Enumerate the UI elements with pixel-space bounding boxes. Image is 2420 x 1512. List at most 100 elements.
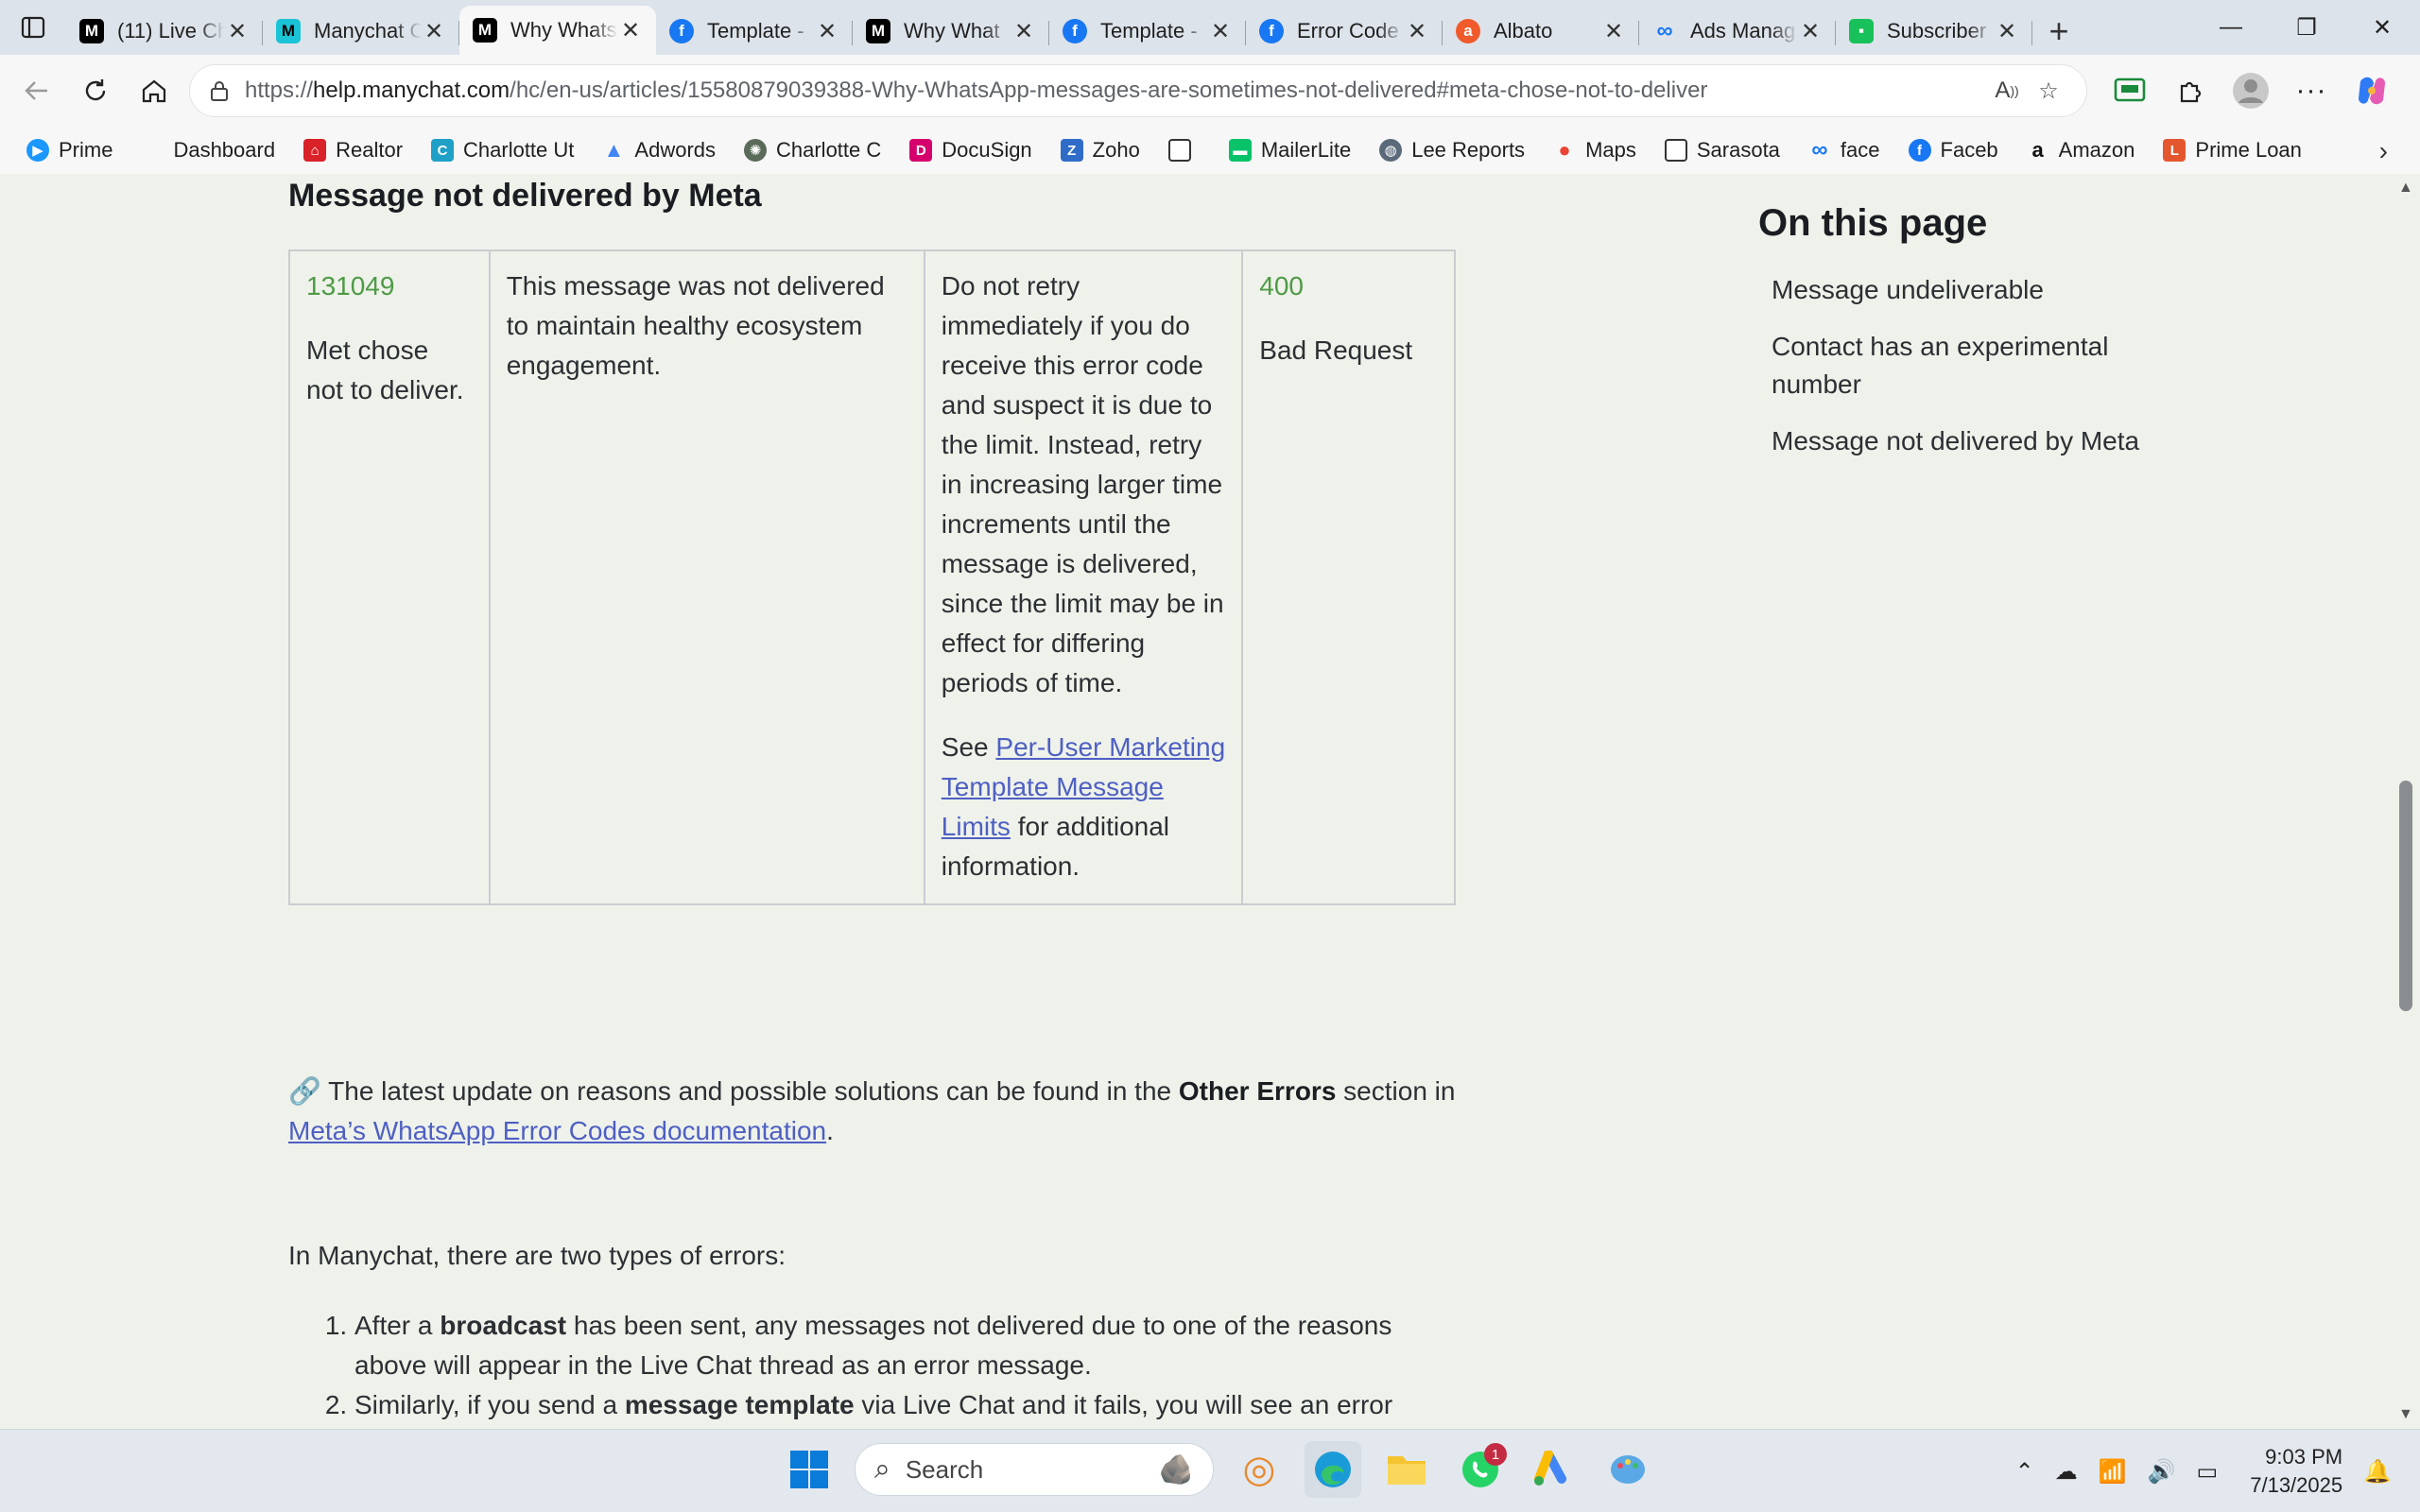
article-content: Message not delivered by Meta 131049 Met…: [0, 174, 2392, 1429]
bookmark-prime[interactable]: ▶ Prime: [26, 138, 112, 163]
albato-icon: a: [1456, 19, 1480, 43]
close-tab-icon[interactable]: ✕: [1798, 19, 1823, 44]
address-bar[interactable]: https://help.manychat.com/hc/en-us/artic…: [189, 64, 2087, 117]
bookmark-faceb[interactable]: f Faceb: [1908, 138, 1998, 163]
scroll-down-icon[interactable]: ▼: [2398, 1406, 2413, 1423]
close-tab-icon[interactable]: ✕: [422, 19, 446, 44]
bookmark-charlotte-ut[interactable]: C Charlotte Ut: [431, 138, 574, 163]
tab[interactable]: M Why What ✕: [853, 8, 1049, 55]
tab-title: Ads Manag: [1690, 19, 1796, 43]
facebook-icon: f: [1259, 19, 1284, 43]
taskbar-app-paint[interactable]: [1599, 1441, 1656, 1498]
extensions-button[interactable]: [2165, 65, 2216, 116]
tab[interactable]: ▪ Subscriber ✕: [1836, 8, 2032, 55]
refresh-button[interactable]: [66, 61, 125, 120]
close-tab-icon[interactable]: ✕: [1011, 19, 1036, 44]
taskbar-app-whatsapp[interactable]: 1: [1452, 1441, 1509, 1498]
close-tab-icon[interactable]: ✕: [1208, 19, 1233, 44]
close-tab-icon[interactable]: ✕: [815, 19, 839, 44]
bookmark-realtor[interactable]: ⌂ Realtor: [303, 138, 403, 163]
start-button[interactable]: [781, 1441, 838, 1498]
taskbar-app-explorer[interactable]: [1378, 1441, 1435, 1498]
notification-bell-icon[interactable]: 🔔: [2363, 1458, 2392, 1486]
tab[interactable]: M (11) Live Ch ✕: [66, 8, 263, 55]
meta-error-codes-link[interactable]: Meta’s WhatsApp Error Codes documentatio…: [288, 1116, 826, 1145]
scrollbar-thumb[interactable]: [2399, 781, 2412, 1011]
new-tab-button[interactable]: +: [2032, 8, 2085, 55]
profile-button[interactable]: [2225, 65, 2276, 116]
tab[interactable]: f Error Code ✕: [1246, 8, 1443, 55]
bookmark-sarasota[interactable]: Sarasota: [1664, 138, 1780, 163]
bookmark-label: Charlotte C: [776, 138, 882, 162]
battery-icon[interactable]: ▭: [2197, 1458, 2219, 1486]
bookmark-page[interactable]: [1167, 139, 1201, 162]
bookmark-lee-reports[interactable]: ◍ Lee Reports: [1379, 138, 1525, 163]
restore-button[interactable]: ❐: [2269, 0, 2344, 55]
back-button[interactable]: [8, 61, 66, 120]
tab[interactable]: a Albato ✕: [1443, 8, 1639, 55]
bookmark-zoho[interactable]: Z Zoho: [1060, 138, 1140, 163]
primeloan-icon: L: [2163, 139, 2187, 162]
toc-item[interactable]: Contact has an experimental number: [1758, 328, 2174, 404]
table-cell-message: This message was not delivered to mainta…: [488, 249, 925, 905]
wifi-icon[interactable]: 📶: [2099, 1458, 2127, 1486]
close-tab-icon[interactable]: ✕: [225, 19, 250, 44]
tab[interactable]: M Manychat C ✕: [263, 8, 459, 55]
chevron-right-icon[interactable]: ›: [2379, 136, 2388, 166]
bookmark-mailerlite[interactable]: ▬ MailerLite: [1228, 138, 1351, 163]
extension-button[interactable]: [2104, 65, 2155, 116]
bookmark-adwords[interactable]: ▲ Adwords: [602, 138, 716, 163]
search-label: Search: [905, 1454, 984, 1484]
bookmark-face[interactable]: ∞ face: [1808, 137, 1879, 163]
taskbar: ⌕ Search 🪨 ◎ 1 ⌃ ☁ 📶 🔊 ▭ 9:03 PM 7/13/20…: [0, 1429, 2420, 1512]
clock[interactable]: 9:03 PM 7/13/2025: [2250, 1443, 2342, 1500]
tab-actions-button[interactable]: [0, 0, 66, 55]
favorite-star-icon[interactable]: ☆: [2028, 70, 2069, 112]
bookmark-amazon[interactable]: a Amazon: [2027, 138, 2135, 163]
close-tab-icon[interactable]: ✕: [618, 18, 643, 43]
error-code: 131049: [306, 271, 395, 301]
close-tab-icon[interactable]: ✕: [1995, 19, 2019, 44]
bookmark-charlotte-c[interactable]: ✺ Charlotte C: [744, 138, 881, 163]
chat-green-icon: ▪: [1849, 19, 1874, 43]
taskbar-search[interactable]: ⌕ Search 🪨: [855, 1443, 1214, 1496]
tab-title: Error Code: [1297, 19, 1399, 43]
bookmark-dashboard[interactable]: Dashboard: [141, 138, 275, 163]
chevron-up-icon[interactable]: ⌃: [2015, 1458, 2034, 1486]
bookmark-label: Prime: [59, 138, 113, 162]
table-of-contents: On this page Message undeliverable Conta…: [1758, 202, 2174, 479]
copilot-button[interactable]: [2346, 65, 2397, 116]
close-window-button[interactable]: ✕: [2344, 0, 2420, 55]
toc-item[interactable]: Message not delivered by Meta: [1758, 422, 2174, 460]
minimize-button[interactable]: —: [2193, 0, 2269, 55]
site-info-icon[interactable]: [207, 78, 232, 103]
close-tab-icon[interactable]: ✕: [1405, 19, 1429, 44]
taskbar-app-orange[interactable]: ◎: [1231, 1441, 1288, 1498]
tab-active[interactable]: M Why Whats ✕: [459, 6, 656, 55]
bookmarks-bar: ▶ Prime Dashboard ⌂ Realtor C Charlotte Ut …: [0, 127, 2420, 174]
read-aloud-icon[interactable]: A)): [1986, 70, 2028, 112]
tab[interactable]: f Template - ✕: [1049, 8, 1246, 55]
error-solution: Do not retry immediately if you do recei…: [941, 271, 1224, 697]
app-orange-icon: ◎: [1242, 1449, 1276, 1490]
list-item: Similarly, if you send a message templat…: [354, 1385, 1470, 1425]
close-tab-icon[interactable]: ✕: [1601, 19, 1626, 44]
bookmark-docusign[interactable]: D DocuSign: [909, 138, 1032, 163]
http-code: 400: [1259, 271, 1304, 301]
volume-icon[interactable]: 🔊: [2148, 1458, 2176, 1486]
bookmark-label: Realtor: [336, 138, 404, 162]
taskbar-app-google-ads[interactable]: [1526, 1441, 1582, 1498]
scroll-up-icon[interactable]: ▲: [2398, 180, 2413, 197]
toc-item[interactable]: Message undeliverable: [1758, 271, 2174, 309]
tab[interactable]: ∞ Ads Manag ✕: [1639, 8, 1836, 55]
home-button[interactable]: [125, 61, 183, 120]
onedrive-cloud-icon[interactable]: ☁: [2055, 1458, 2078, 1486]
plus-icon: +: [2048, 11, 2069, 50]
bookmark-prime-loan[interactable]: L Prime Loan: [2163, 138, 2302, 163]
taskbar-app-edge[interactable]: [1305, 1441, 1361, 1498]
bookmark-maps[interactable]: ● Maps: [1553, 138, 1635, 163]
tab[interactable]: f Template - ✕: [656, 8, 853, 55]
facebook-icon: f: [669, 19, 694, 43]
settings-menu-button[interactable]: ···: [2286, 65, 2337, 116]
page-scrollbar[interactable]: ▲ ▼: [2392, 174, 2420, 1429]
